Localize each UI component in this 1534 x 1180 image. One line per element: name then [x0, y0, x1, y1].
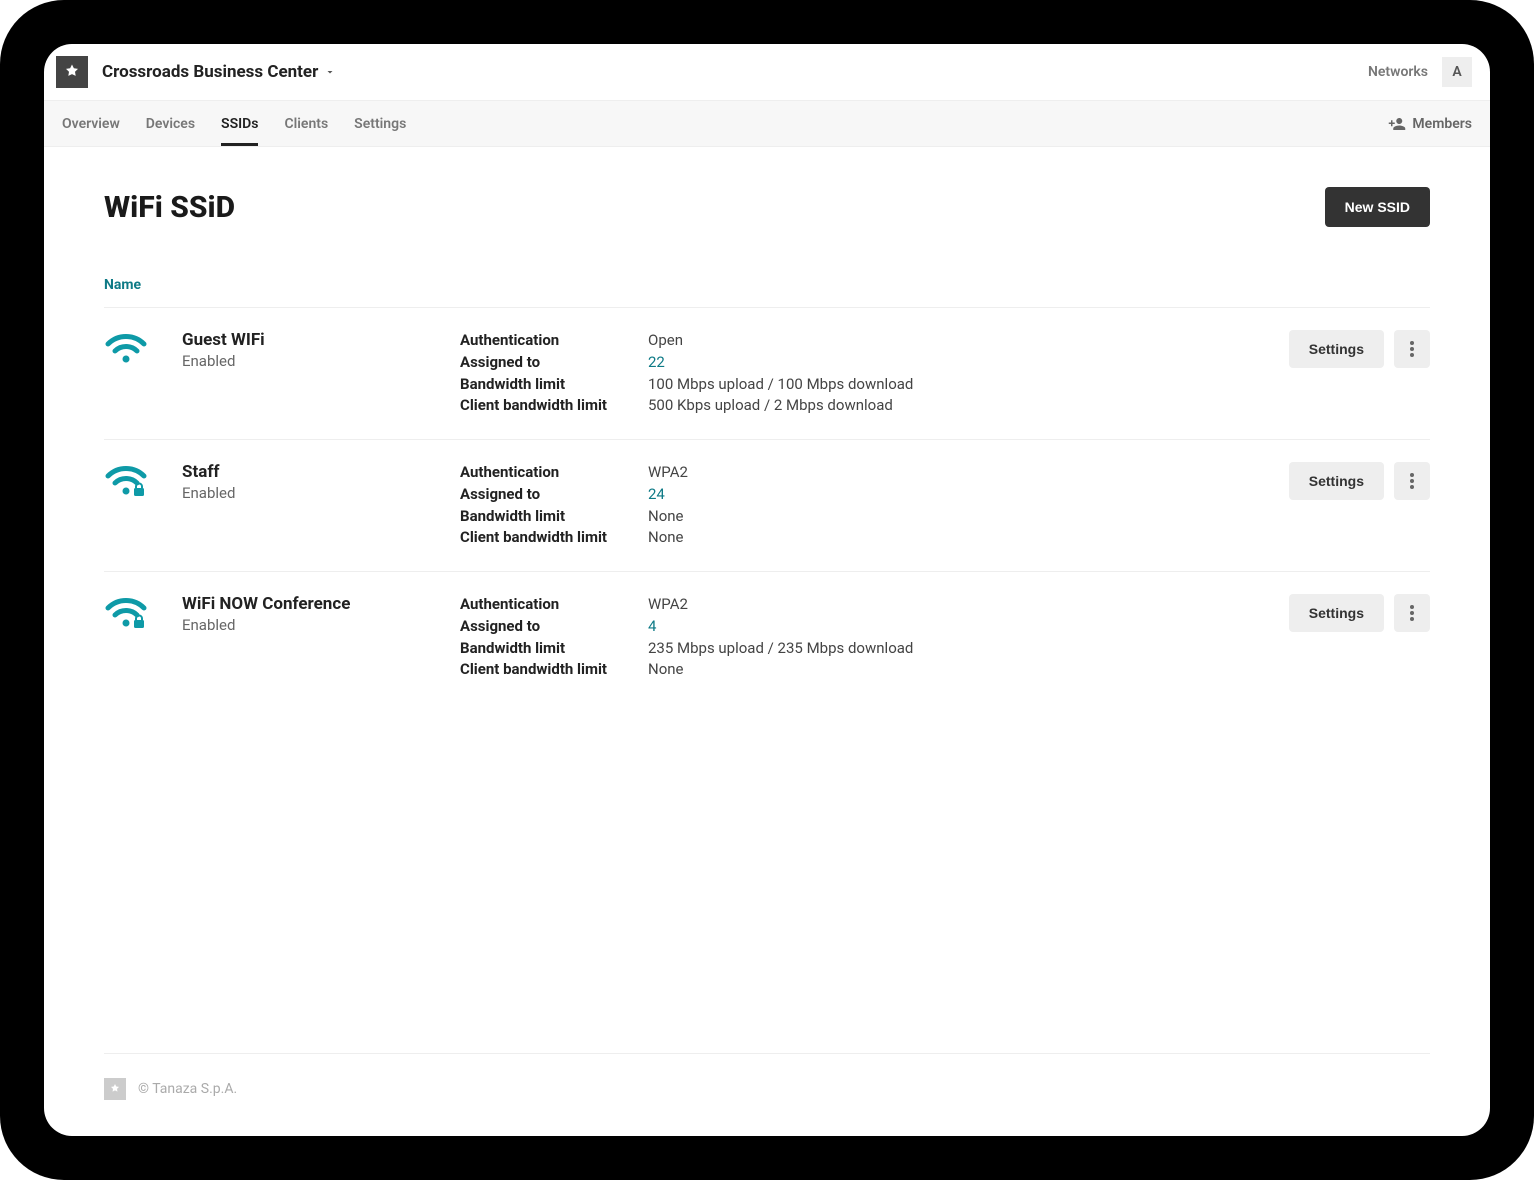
brand-logo-icon[interactable] [56, 56, 88, 88]
more-menu-button[interactable] [1394, 594, 1430, 632]
location-selector[interactable]: Crossroads Business Center [102, 62, 336, 82]
bandwidth-value: 100 Mbps upload / 100 Mbps download [648, 374, 1242, 396]
more-vertical-icon [1410, 473, 1414, 489]
tablet-frame: Crossroads Business Center Networks A Ov… [0, 0, 1534, 1180]
ssid-field-labels: AuthenticationAssigned toBandwidth limit… [460, 330, 640, 417]
assigned-to-link[interactable]: 24 [648, 484, 1242, 506]
add-person-icon [1388, 115, 1406, 133]
row-actions: Settings [1250, 330, 1430, 368]
ssid-field-labels: AuthenticationAssigned toBandwidth limit… [460, 462, 640, 549]
page-title: WiFi SSiD [104, 190, 235, 225]
tab-devices[interactable]: Devices [146, 101, 195, 146]
bandwidth-value: 235 Mbps upload / 235 Mbps download [648, 638, 1242, 660]
client-bandwidth-value: 500 Kbps upload / 2 Mbps download [648, 395, 1242, 417]
members-button[interactable]: Members [1388, 115, 1472, 133]
ssid-name: Guest WIFi [182, 330, 452, 350]
client-bandwidth-value: None [648, 527, 1242, 549]
ssid-settings-button[interactable]: Settings [1289, 330, 1384, 368]
ssid-title-block: Guest WIFi Enabled [182, 330, 452, 370]
topbar: Crossroads Business Center Networks A [44, 44, 1490, 101]
ssid-status: Enabled [182, 616, 452, 634]
auth-value: WPA2 [648, 462, 1242, 484]
ssid-row: Guest WIFi Enabled AuthenticationAssigned … [104, 307, 1430, 439]
ssid-settings-button[interactable]: Settings [1289, 462, 1384, 500]
tab-ssids[interactable]: SSIDs [221, 101, 258, 146]
column-header-name[interactable]: Name [104, 277, 1430, 307]
wifi-icon [104, 330, 174, 366]
ssid-status: Enabled [182, 484, 452, 502]
row-actions: Settings [1250, 594, 1430, 632]
screen: Crossroads Business Center Networks A Ov… [44, 44, 1490, 1136]
ssid-row: Staff Enabled AuthenticationAssigned toBan… [104, 439, 1430, 571]
ssid-field-labels: AuthenticationAssigned toBandwidth limit… [460, 594, 640, 681]
more-vertical-icon [1410, 341, 1414, 357]
members-label: Members [1412, 116, 1472, 132]
page-header: WiFi SSiD New SSID [104, 187, 1430, 227]
tab-nav: Overview Devices SSIDs Clients Settings Memb… [44, 101, 1490, 147]
tab-settings[interactable]: Settings [354, 101, 406, 146]
ssid-row: WiFi NOW Conference Enabled Authentication… [104, 571, 1430, 703]
ssid-title-block: WiFi NOW Conference Enabled [182, 594, 452, 634]
footer-copyright: © Tanaza S.p.A. [138, 1081, 237, 1097]
tab-clients[interactable]: Clients [284, 101, 328, 146]
ssid-field-values: WPA24235 Mbps upload / 235 Mbps download… [648, 594, 1242, 681]
chevron-down-icon [324, 66, 336, 78]
networks-link[interactable]: Networks [1368, 64, 1428, 80]
avatar[interactable]: A [1442, 57, 1472, 87]
footer-logo-icon [104, 1078, 126, 1100]
location-name: Crossroads Business Center [102, 62, 318, 82]
row-actions: Settings [1250, 462, 1430, 500]
ssid-name: WiFi NOW Conference [182, 594, 452, 614]
more-vertical-icon [1410, 605, 1414, 621]
client-bandwidth-value: None [648, 659, 1242, 681]
assigned-to-link[interactable]: 4 [648, 616, 1242, 638]
ssid-field-values: WPA224NoneNone [648, 462, 1242, 549]
wifi-icon [104, 462, 174, 498]
ssid-settings-button[interactable]: Settings [1289, 594, 1384, 632]
ssid-name: Staff [182, 462, 452, 482]
more-menu-button[interactable] [1394, 330, 1430, 368]
new-ssid-button[interactable]: New SSID [1325, 187, 1430, 227]
main-content: WiFi SSiD New SSID Name Guest WIFi Enable… [44, 147, 1490, 1136]
auth-value: WPA2 [648, 594, 1242, 616]
ssid-field-values: Open22100 Mbps upload / 100 Mbps downloa… [648, 330, 1242, 417]
wifi-icon [104, 594, 174, 630]
bandwidth-value: None [648, 506, 1242, 528]
tab-overview[interactable]: Overview [62, 101, 120, 146]
auth-value: Open [648, 330, 1242, 352]
footer: © Tanaza S.p.A. [104, 1053, 1430, 1136]
ssid-status: Enabled [182, 352, 452, 370]
ssid-title-block: Staff Enabled [182, 462, 452, 502]
assigned-to-link[interactable]: 22 [648, 352, 1242, 374]
more-menu-button[interactable] [1394, 462, 1430, 500]
